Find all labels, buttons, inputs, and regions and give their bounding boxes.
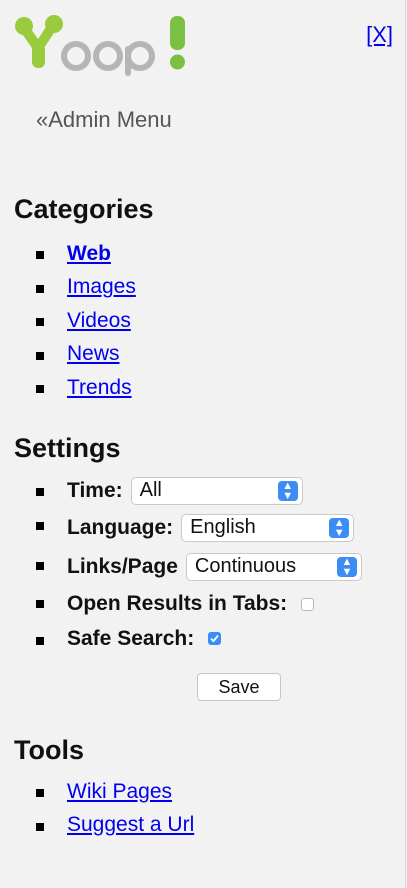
settings-heading: Settings (14, 433, 121, 463)
yoop-logo[interactable] (10, 12, 190, 78)
admin-menu-link[interactable]: «Admin Menu (36, 107, 172, 133)
list-item: Safe Search: (36, 623, 362, 655)
list-item: Language: English ▲ ▼ (36, 508, 362, 548)
save-button[interactable]: Save (197, 673, 281, 701)
language-select[interactable]: English ▲ ▼ (181, 513, 355, 542)
language-label: Language: (67, 515, 174, 539)
language-select-value: English (190, 516, 256, 538)
links-page-select[interactable]: Continuous ▲ ▼ (185, 552, 362, 581)
safe-search-checkbox[interactable] (208, 632, 222, 645)
category-news-link[interactable]: News (67, 342, 120, 366)
categories-list: Web Images Videos News Trends (36, 237, 136, 405)
list-item: Videos (36, 304, 136, 338)
tools-heading: Tools (14, 735, 84, 765)
category-images-link[interactable]: Images (67, 275, 136, 299)
wiki-pages-link[interactable]: Wiki Pages (67, 780, 172, 804)
list-item: Time: All ▲ ▼ (36, 474, 362, 508)
close-button[interactable]: [X] (366, 22, 393, 48)
sidebar-panel: [X] «Admin Menu Categories Web Images Vi… (0, 0, 406, 888)
open-tabs-label: Open Results in Tabs: (67, 592, 288, 615)
chevron-updown-icon: ▲ ▼ (329, 517, 350, 538)
list-item: Images (36, 271, 136, 305)
links-page-select-value: Continuous (194, 555, 297, 577)
checkmark-icon (210, 634, 219, 643)
safe-search-label: Safe Search: (67, 626, 195, 650)
settings-list: Time: All ▲ ▼ Language: English ▲ ▼ Links/… (36, 474, 362, 655)
list-item: Open Results in Tabs: (36, 586, 362, 623)
list-item: Wiki Pages (36, 775, 194, 809)
category-trends-link[interactable]: Trends (67, 376, 132, 400)
category-web-link[interactable]: Web (67, 242, 111, 266)
category-videos-link[interactable]: Videos (67, 309, 131, 333)
list-item: Trends (36, 371, 136, 405)
logo-graphic (15, 15, 185, 76)
list-item: Suggest a Url (36, 809, 194, 843)
time-select-value: All (139, 479, 162, 502)
chevron-updown-icon: ▲ ▼ (277, 480, 298, 501)
categories-heading: Categories (14, 194, 154, 224)
links-page-label: Links/Page (67, 554, 178, 578)
time-label: Time: (67, 478, 123, 502)
open-tabs-checkbox[interactable] (301, 597, 315, 611)
list-item: News (36, 338, 136, 372)
list-item: Links/Page Continuous ▲ ▼ (36, 548, 362, 586)
suggest-url-link[interactable]: Suggest a Url (67, 813, 194, 837)
time-select[interactable]: All ▲ ▼ (130, 476, 303, 505)
tools-list: Wiki Pages Suggest a Url (36, 775, 194, 842)
chevron-updown-icon: ▲ ▼ (336, 556, 357, 577)
list-item: Web (36, 237, 136, 271)
